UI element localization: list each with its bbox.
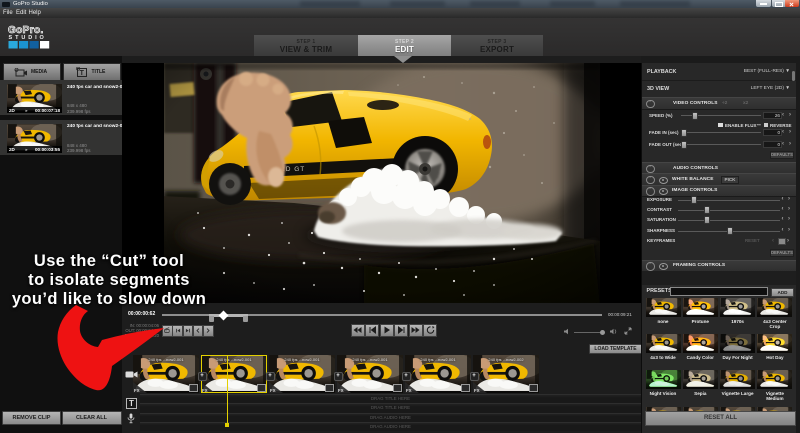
svg-text:T: T bbox=[79, 70, 84, 77]
svg-text:STUDIO: STUDIO bbox=[9, 34, 47, 40]
